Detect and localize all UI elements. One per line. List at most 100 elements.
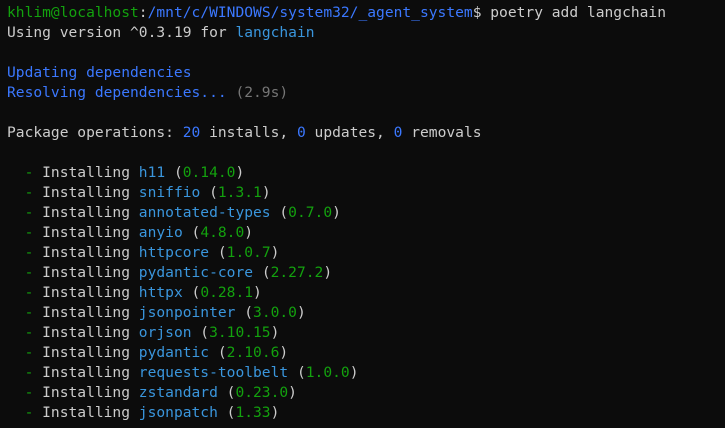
install-dash: - (7, 284, 34, 301)
paren-close: ) (349, 364, 359, 381)
paren-open: ( (209, 244, 227, 261)
prompt-command: poetry add langchain (481, 4, 666, 21)
package-name: pydantic-core (138, 264, 254, 281)
install-line: - Installing requests-toolbelt (1.0.0) (7, 363, 666, 383)
prompt-separator: : (138, 4, 148, 21)
package-name: h11 (138, 164, 166, 181)
paren-close: ) (270, 404, 280, 421)
package-name: requests-toolbelt (138, 364, 289, 381)
paren-open: ( (235, 304, 254, 321)
paren-open: ( (217, 384, 236, 401)
install-dash: - (7, 264, 34, 281)
removals-label: removals (402, 124, 482, 141)
package-version: 3.10.15 (209, 324, 271, 341)
install-dash: - (7, 304, 34, 321)
paren-close: ) (261, 184, 271, 201)
package-version: 2.10.6 (226, 344, 280, 361)
install-dash: - (7, 344, 34, 361)
package-version: 4.8.0 (200, 224, 245, 241)
paren-close: ) (244, 224, 254, 241)
install-label: Installing (33, 324, 139, 341)
install-dash: - (7, 324, 34, 341)
package-version: 0.14.0 (182, 164, 236, 181)
install-label: Installing (33, 204, 139, 221)
package-version: 3.0.0 (253, 304, 297, 321)
install-dash: - (7, 384, 34, 401)
package-name: sniffio (138, 184, 201, 201)
package-name: jsonpatch (138, 404, 218, 421)
install-label: Installing (33, 404, 139, 421)
install-label: Installing (33, 184, 139, 201)
version-middle: for (191, 24, 236, 41)
package-name: orjson (138, 324, 192, 341)
resolving-time: (2.9s) (226, 84, 289, 101)
paren-close: ) (270, 324, 280, 341)
package-version: 1.3.1 (217, 184, 262, 201)
terminal-output: khlim@localhost:/mnt/c/WINDOWS/system32/… (7, 3, 666, 423)
install-label: Installing (33, 364, 139, 381)
package-name: httpx (138, 284, 183, 301)
paren-close: ) (235, 164, 245, 181)
paren-close: ) (332, 204, 341, 221)
paren-open: ( (200, 184, 218, 201)
install-label: Installing (33, 304, 139, 321)
package-version: 1.33 (235, 404, 271, 421)
package-name: anyio (138, 224, 183, 241)
paren-open: ( (182, 224, 201, 241)
paren-open: ( (270, 204, 289, 221)
paren-open: ( (217, 404, 236, 421)
version-line: Using version ^0.3.19 for langchain (7, 23, 666, 43)
package-name: jsonpointer (138, 304, 236, 321)
paren-open: ( (209, 344, 227, 361)
package-version: 1.0.7 (226, 244, 271, 261)
install-line: - Installing jsonpatch (1.33) (7, 403, 666, 423)
updates-count: 0 (296, 124, 306, 141)
installs-count: 20 (182, 124, 201, 141)
paren-close: ) (296, 304, 306, 321)
install-line: - Installing jsonpointer (3.0.0) (7, 303, 666, 323)
install-dash: - (7, 224, 34, 241)
paren-close: ) (270, 244, 280, 261)
operations-label: Package operations: (7, 124, 183, 141)
paren-open: ( (191, 324, 210, 341)
installs-label: installs, (200, 124, 297, 141)
updates-label: updates, (305, 124, 394, 141)
terminal-window[interactable]: khlim@localhost:/mnt/c/WINDOWS/system32/… (0, 0, 725, 428)
package-version: 1.0.0 (305, 364, 350, 381)
install-line: - Installing httpx (0.28.1) (7, 283, 666, 303)
install-dash: - (7, 184, 34, 201)
install-label: Installing (33, 164, 139, 181)
install-line: - Installing httpcore (1.0.7) (7, 243, 666, 263)
install-line: - Installing pydantic-core (2.27.2) (7, 263, 666, 283)
package-version: 2.27.2 (270, 264, 324, 281)
package-name: zstandard (138, 384, 218, 401)
package-version: 0.7.0 (288, 204, 333, 221)
install-dash: - (7, 204, 34, 221)
version-value: ^0.3.19 (130, 24, 192, 41)
install-line: - Installing h11 (0.14.0) (7, 163, 666, 183)
paren-open: ( (288, 364, 306, 381)
install-line: - Installing pydantic (2.10.6) (7, 343, 666, 363)
version-prefix: Using version (7, 24, 131, 41)
install-label: Installing (33, 344, 139, 361)
resolving-line: Resolving dependencies... (2.9s) (7, 83, 666, 103)
updating-line: Updating dependencies (7, 64, 192, 81)
resolving-label: Resolving dependencies... (7, 84, 227, 101)
package-version: 0.23.0 (235, 384, 289, 401)
install-label: Installing (33, 284, 139, 301)
paren-close: ) (253, 284, 262, 301)
operations-line: Package operations: 20 installs, 0 updat… (7, 123, 666, 143)
prompt-line: khlim@localhost:/mnt/c/WINDOWS/system32/… (7, 3, 666, 23)
install-line: - Installing orjson (3.10.15) (7, 323, 666, 343)
install-line: - Installing sniffio (1.3.1) (7, 183, 666, 203)
paren-close: ) (288, 384, 297, 401)
install-dash: - (7, 244, 34, 261)
package-name: pydantic (138, 344, 210, 361)
install-label: Installing (33, 264, 139, 281)
install-dash: - (7, 164, 34, 181)
prompt-path: /mnt/c/WINDOWS/system32/_agent_system (147, 4, 473, 21)
install-line: - Installing anyio (4.8.0) (7, 223, 666, 243)
